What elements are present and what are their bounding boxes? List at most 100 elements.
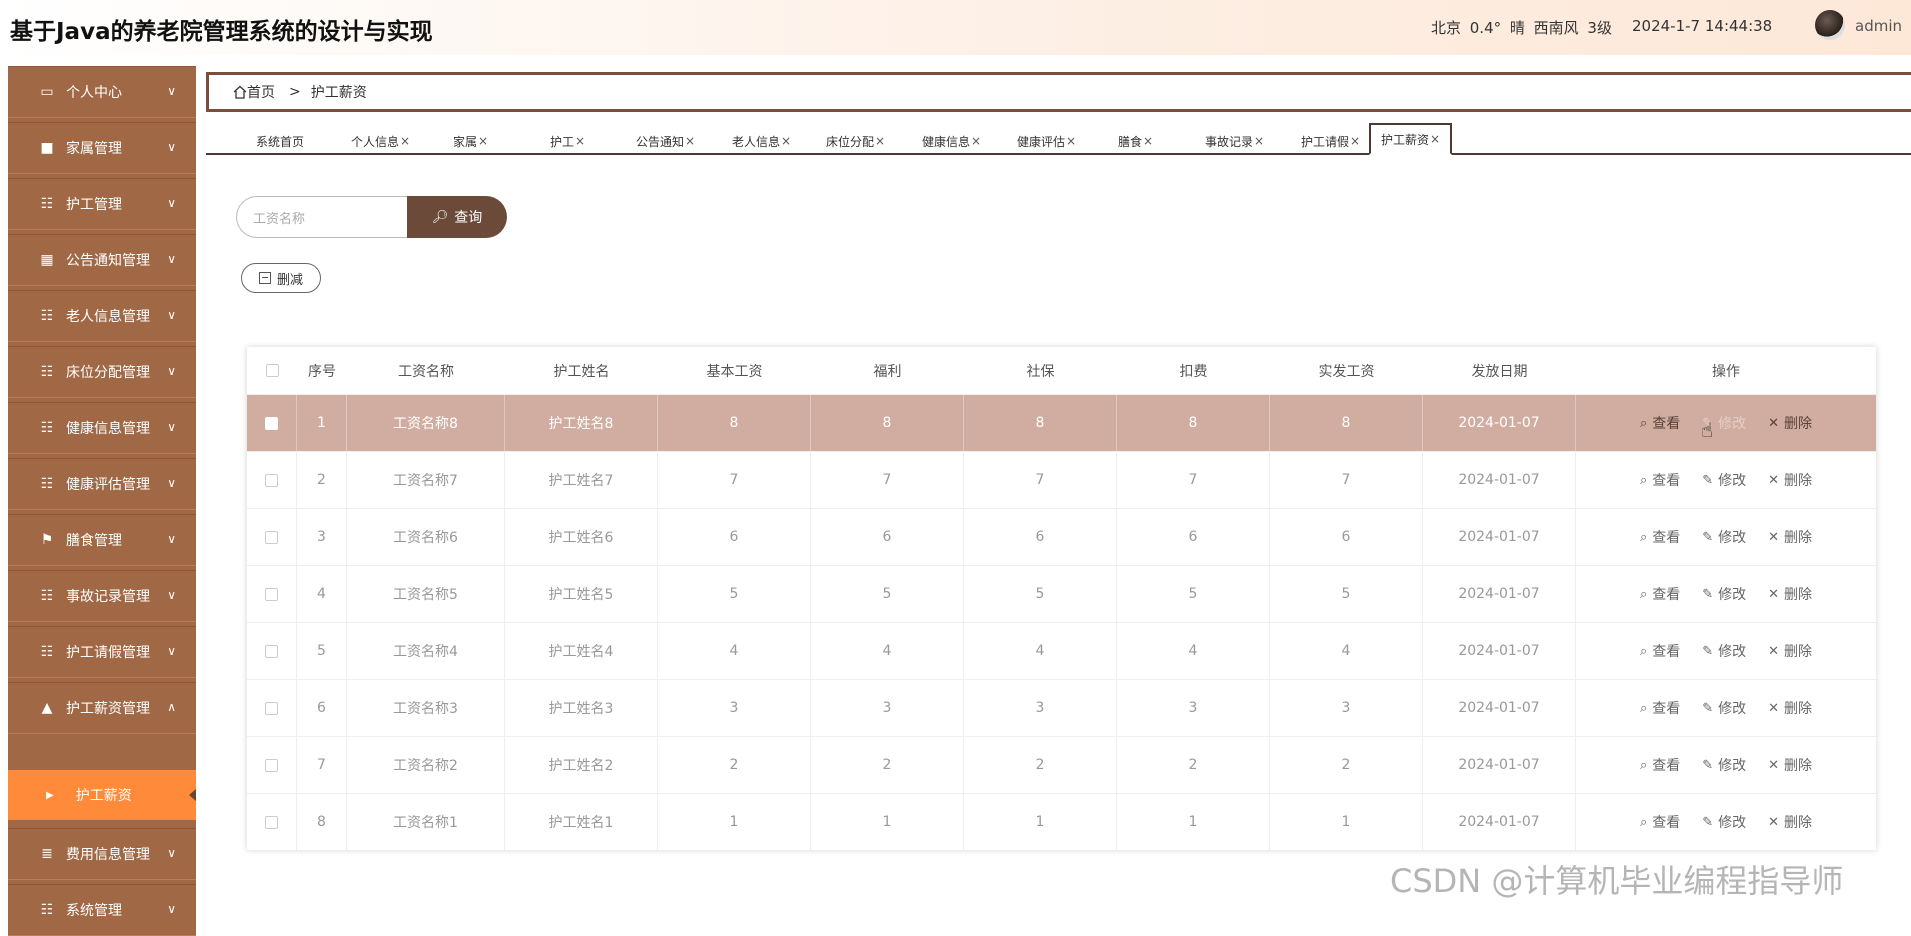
checkbox[interactable] xyxy=(265,815,278,829)
row-checkbox-cell[interactable] xyxy=(247,680,297,736)
checkbox[interactable] xyxy=(265,416,278,430)
view-button[interactable]: ⌕ 查看 xyxy=(1640,698,1680,718)
tab-5[interactable]: 老人信息 × xyxy=(732,128,791,154)
close-icon[interactable]: × xyxy=(1350,134,1360,148)
close-icon[interactable]: × xyxy=(1254,134,1264,148)
delete-row-button[interactable]: ✕ 删除 xyxy=(1768,413,1812,433)
close-icon[interactable]: × xyxy=(400,134,410,148)
edit-button[interactable]: ✎ 修改 xyxy=(1702,755,1746,775)
close-icon[interactable]: × xyxy=(971,134,981,148)
tab-9[interactable]: 膳食 × xyxy=(1118,128,1153,154)
checkbox[interactable] xyxy=(265,530,278,544)
row-checkbox-cell[interactable] xyxy=(247,737,297,793)
checkbox[interactable] xyxy=(265,758,278,772)
delete-row-button[interactable]: ✕ 删除 xyxy=(1768,584,1812,604)
close-icon[interactable]: × xyxy=(575,134,585,148)
search-input[interactable]: 工资名称 xyxy=(236,196,408,238)
table-row[interactable]: 2 工资名称7 护工姓名7 7 7 7 7 7 2024-01-07 ⌕ 查看 ✎ 修改 ✕ 删除 xyxy=(247,452,1876,509)
table-cell: 5 xyxy=(964,566,1117,622)
row-checkbox-cell[interactable] xyxy=(247,623,297,679)
table-row[interactable]: 7 工资名称2 护工姓名2 2 2 2 2 2 2024-01-07 ⌕ 查看 ✎ 修改 ✕ 删除 xyxy=(247,737,1876,794)
close-icon[interactable]: × xyxy=(1430,132,1440,146)
edit-button[interactable]: ✎ 修改 xyxy=(1702,584,1746,604)
sidebar-item-4[interactable]: ☷ 老人信息管理 ∨ xyxy=(8,290,196,342)
tab-1[interactable]: 个人信息 × xyxy=(351,128,410,154)
checkbox[interactable] xyxy=(265,364,279,377)
table-row[interactable]: 6 工资名称3 护工姓名3 3 3 3 3 3 2024-01-07 ⌕ 查看 ✎ 修改 ✕ 删除 xyxy=(247,680,1876,737)
close-icon[interactable]: × xyxy=(1143,134,1153,148)
sidebar-item-10[interactable]: ☷ 护工请假管理 ∨ xyxy=(8,626,196,678)
tab-4[interactable]: 公告通知 × xyxy=(636,128,695,154)
delete-row-button[interactable]: ✕ 删除 xyxy=(1768,755,1812,775)
sidebar-item-9[interactable]: ☷ 事故记录管理 ∨ xyxy=(8,570,196,622)
tab-0[interactable]: 系统首页 xyxy=(256,128,304,154)
view-button[interactable]: ⌕ 查看 xyxy=(1640,527,1680,547)
edit-button[interactable]: ✎ 修改 xyxy=(1702,527,1746,547)
edit-button[interactable]: ✎ 修改 xyxy=(1702,812,1746,832)
search-button[interactable]: 🔎︎ 查询 xyxy=(407,196,507,238)
sidebar-item-8[interactable]: ⚑ 膳食管理 ∨ xyxy=(8,514,196,566)
row-checkbox-cell[interactable] xyxy=(247,794,297,850)
row-checkbox-cell[interactable] xyxy=(247,395,297,451)
view-button[interactable]: ⌕ 查看 xyxy=(1640,755,1680,775)
checkbox[interactable] xyxy=(265,473,278,487)
close-icon[interactable]: × xyxy=(685,134,695,148)
row-actions: ⌕ 查看 ✎ 修改 ✕ 删除 xyxy=(1576,623,1876,679)
view-button[interactable]: ⌕ 查看 xyxy=(1640,641,1680,661)
sidebar-item-1[interactable]: ■ 家属管理 ∨ xyxy=(8,122,196,174)
sidebar-subitem-active[interactable]: ▶ 护工薪资 xyxy=(8,770,196,820)
breadcrumb-home[interactable]: 首页 xyxy=(233,82,275,102)
delete-button[interactable]: 删减 xyxy=(241,263,321,293)
view-button[interactable]: ⌕ 查看 xyxy=(1640,584,1680,604)
edit-button[interactable]: ✎ 修改 xyxy=(1702,470,1746,490)
username[interactable]: admin xyxy=(1855,17,1902,35)
delete-row-button[interactable]: ✕ 删除 xyxy=(1768,812,1812,832)
table-row[interactable]: 3 工资名称6 护工姓名6 6 6 6 6 6 2024-01-07 ⌕ 查看 ✎ 修改 ✕ 删除 xyxy=(247,509,1876,566)
close-icon[interactable]: × xyxy=(875,134,885,148)
checkbox[interactable] xyxy=(265,644,278,658)
close-icon[interactable]: × xyxy=(478,134,488,148)
tab-label: 老人信息 xyxy=(732,134,781,149)
view-button[interactable]: ⌕ 查看 xyxy=(1640,470,1680,490)
table-row[interactable]: 5 工资名称4 护工姓名4 4 4 4 4 4 2024-01-07 ⌕ 查看 ✎ 修改 ✕ 删除 xyxy=(247,623,1876,680)
tab-6[interactable]: 床位分配 × xyxy=(826,128,885,154)
row-checkbox-cell[interactable] xyxy=(247,509,297,565)
sidebar-item-0[interactable]: ▭ 个人中心 ∨ xyxy=(8,66,196,118)
table-row[interactable]: 8 工资名称1 护工姓名1 1 1 1 1 1 2024-01-07 ⌕ 查看 ✎ 修改 ✕ 删除 xyxy=(247,794,1876,851)
sidebar-item-2[interactable]: ☷ 护工管理 ∨ xyxy=(8,178,196,230)
delete-row-button[interactable]: ✕ 删除 xyxy=(1768,698,1812,718)
close-icon[interactable]: × xyxy=(1066,134,1076,148)
view-button[interactable]: ⌕ 查看 xyxy=(1640,812,1680,832)
tab-8[interactable]: 健康评估 × xyxy=(1017,128,1076,154)
sidebar-item-13[interactable]: ☷ 系统管理 ∨ xyxy=(8,884,196,936)
avatar[interactable] xyxy=(1815,10,1845,40)
table-row[interactable]: 4 工资名称5 护工姓名5 5 5 5 5 5 2024-01-07 ⌕ 查看 ✎ 修改 ✕ 删除 xyxy=(247,566,1876,623)
sidebar-item-12[interactable]: ≣ 费用信息管理 ∨ xyxy=(8,828,196,880)
delete-row-button[interactable]: ✕ 删除 xyxy=(1768,470,1812,490)
tab-10[interactable]: 事故记录 × xyxy=(1205,128,1264,154)
sidebar-item-5[interactable]: ☷ 床位分配管理 ∨ xyxy=(8,346,196,398)
tab-7[interactable]: 健康信息 × xyxy=(922,128,981,154)
tab-label: 护工请假 xyxy=(1301,134,1350,149)
tab-3[interactable]: 护工 × xyxy=(550,128,585,154)
edit-button[interactable]: ✎ 修改 xyxy=(1702,698,1746,718)
close-icon[interactable]: × xyxy=(781,134,791,148)
view-button[interactable]: ⌕ 查看 xyxy=(1640,413,1680,433)
row-checkbox-cell[interactable] xyxy=(247,566,297,622)
select-all-checkbox[interactable] xyxy=(247,347,297,394)
edit-button[interactable]: ✎ 修改 xyxy=(1702,641,1746,661)
table-row[interactable]: 1 工资名称8 护工姓名8 8 8 8 8 8 2024-01-07 ⌕ 查看 ✎ 修改 ✕ 删除 xyxy=(247,395,1876,452)
checkbox[interactable] xyxy=(265,701,278,715)
tab-11[interactable]: 护工请假 × xyxy=(1301,128,1360,154)
delete-row-button[interactable]: ✕ 删除 xyxy=(1768,527,1812,547)
delete-row-button[interactable]: ✕ 删除 xyxy=(1768,641,1812,661)
tab-12[interactable]: 护工薪资 × xyxy=(1369,123,1453,155)
sidebar-item-6[interactable]: ☷ 健康信息管理 ∨ xyxy=(8,402,196,454)
checkbox[interactable] xyxy=(265,587,278,601)
view-label: 查看 xyxy=(1652,473,1681,489)
row-checkbox-cell[interactable] xyxy=(247,452,297,508)
sidebar-item-11[interactable]: ▲ 护工薪资管理 ∧ xyxy=(8,682,196,734)
sidebar-item-3[interactable]: ▦ 公告通知管理 ∨ xyxy=(8,234,196,286)
sidebar-item-7[interactable]: ☷ 健康评估管理 ∨ xyxy=(8,458,196,510)
tab-2[interactable]: 家属 × xyxy=(453,128,488,154)
